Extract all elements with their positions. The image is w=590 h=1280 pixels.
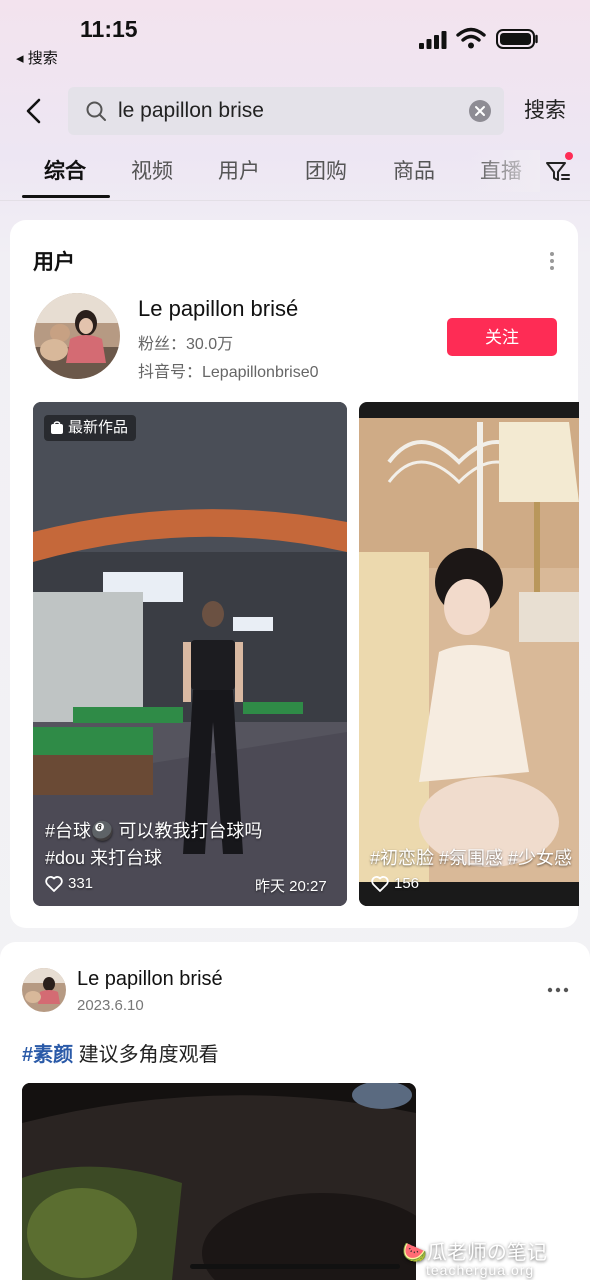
filter-notification-dot (565, 152, 573, 160)
more-horizontal-icon[interactable] (546, 986, 570, 994)
bag-icon (51, 421, 63, 434)
tab-users[interactable]: 用户 (218, 158, 260, 186)
back-to-app-link[interactable]: ◂ 搜索 (16, 47, 58, 68)
post-text: #素颜 建议多角度观看 (22, 1038, 219, 1067)
search-button[interactable]: 搜索 (524, 97, 566, 125)
video-likes-count: 331 (68, 875, 94, 892)
post-body: 建议多角度观看 (73, 1044, 219, 1066)
user-avatar[interactable] (34, 293, 120, 379)
heart-icon (45, 875, 63, 892)
watermark-text: 🍉瓜老师の笔记 (402, 1242, 547, 1264)
watermark-url: teachergua.org (426, 1262, 535, 1278)
wifi-icon (456, 27, 486, 49)
search-query-text[interactable]: le papillon brise (118, 97, 264, 125)
tabs-fade (470, 150, 540, 192)
section-title-users: 用户 (33, 251, 75, 274)
home-indicator (190, 1264, 400, 1269)
status-time: 11:15 (80, 16, 138, 42)
user-name[interactable]: Le papillon brisé (138, 296, 298, 322)
user-follower-count: 粉丝：30.0万 (138, 336, 234, 353)
filter-icon[interactable] (544, 158, 572, 186)
video2-likes-count: 156 (394, 875, 420, 892)
tabs-divider (0, 200, 590, 201)
post-hashtag[interactable]: #素颜 (22, 1044, 73, 1066)
tab-videos[interactable]: 视频 (131, 158, 173, 186)
post-date: 2023.6.10 (77, 997, 144, 1014)
search-icon (86, 101, 106, 121)
video-likes: 331 (45, 875, 93, 892)
post-author-avatar[interactable] (22, 968, 66, 1012)
tab-group-buy[interactable]: 团购 (305, 158, 347, 186)
video-caption-line2: #dou 来打台球 (45, 848, 163, 868)
post-author-name[interactable]: Le papillon brisé (77, 968, 223, 991)
signal-icon (419, 31, 447, 49)
video-thumbnail-portrait[interactable] (359, 402, 579, 906)
follow-button[interactable]: 关注 (447, 318, 557, 356)
latest-work-label: 最新作品 (68, 419, 129, 436)
video-timestamp: 昨天 20:27 (255, 878, 327, 895)
user-douyin-id: 抖音号：Lepapillonbrise0 (138, 364, 319, 381)
post-video-thumbnail[interactable] (22, 1083, 416, 1280)
tab-comprehensive[interactable]: 综合 (44, 158, 86, 186)
battery-icon (496, 29, 538, 49)
video-caption-line1: #台球🎱 可以教我打台球吗 (45, 821, 263, 841)
heart-icon (371, 875, 389, 892)
latest-work-badge: 最新作品 (44, 415, 137, 441)
clear-search-icon[interactable] (468, 99, 492, 123)
more-vertical-icon[interactable] (548, 250, 556, 272)
active-tab-indicator (22, 195, 110, 198)
tab-products[interactable]: 商品 (393, 158, 435, 186)
video2-caption: #初恋脸 #氛围感 #少女感 (370, 848, 573, 868)
back-arrow-icon[interactable] (20, 94, 50, 128)
video2-likes: 156 (371, 875, 419, 892)
